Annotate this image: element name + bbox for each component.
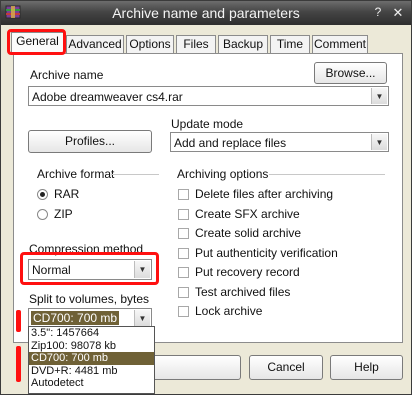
option-label[interactable]: Create solid archive xyxy=(195,226,301,240)
chevron-down-icon[interactable]: ▼ xyxy=(134,310,150,326)
test-archived-checkbox[interactable] xyxy=(178,287,189,298)
split-volumes-dropdown-list[interactable]: 3.5": 1457664 Zip100: 98078 kb CD700: 70… xyxy=(28,326,155,394)
ok-button-obscured[interactable] xyxy=(151,355,241,380)
option-label[interactable]: Lock archive xyxy=(195,304,262,318)
highlight-dropdown-marker xyxy=(16,346,21,382)
tab-advanced[interactable]: Advanced xyxy=(66,35,124,53)
profiles-button[interactable]: Profiles... xyxy=(28,130,152,153)
archive-dialog: Archive name and parameters ? ✕ General … xyxy=(0,0,412,395)
create-sfx-checkbox[interactable] xyxy=(178,209,189,220)
browse-button[interactable]: Browse... xyxy=(314,62,387,84)
lock-archive-checkbox[interactable] xyxy=(178,306,189,317)
zip-radio[interactable] xyxy=(37,209,48,220)
create-solid-checkbox[interactable] xyxy=(178,228,189,239)
help-button[interactable]: Help xyxy=(330,355,403,380)
dropdown-item[interactable]: Zip100: 98078 kb xyxy=(29,340,154,353)
archive-format-divider xyxy=(111,174,159,175)
title-close-button[interactable]: ✕ xyxy=(391,5,405,20)
dropdown-item[interactable]: DVD+R: 4481 mb xyxy=(29,365,154,378)
tab-backup[interactable]: Backup xyxy=(218,35,268,53)
tab-time[interactable]: Time xyxy=(270,35,310,53)
dropdown-item[interactable]: Autodetect xyxy=(29,377,154,390)
update-mode-value: Add and replace files xyxy=(174,136,287,150)
option-label[interactable]: Create SFX archive xyxy=(195,207,300,221)
highlight-split-marker xyxy=(16,310,21,332)
chevron-down-icon[interactable]: ▼ xyxy=(371,88,387,104)
archive-name-value: Adobe dreamweaver cs4.rar xyxy=(32,90,183,104)
option-label[interactable]: Delete files after archiving xyxy=(195,187,333,201)
archiving-options-divider xyxy=(269,174,385,175)
dropdown-item[interactable]: 3.5": 1457664 xyxy=(29,327,154,340)
recovery-record-checkbox[interactable] xyxy=(178,267,189,278)
update-mode-label: Update mode xyxy=(171,117,244,131)
update-mode-combo[interactable]: Add and replace files ▼ xyxy=(170,132,389,152)
highlight-general-tab xyxy=(7,29,66,55)
title-bar[interactable]: Archive name and parameters ? ✕ xyxy=(1,1,411,25)
rar-label[interactable]: RAR xyxy=(54,187,79,201)
title-help-button[interactable]: ? xyxy=(371,5,385,20)
tab-files[interactable]: Files xyxy=(176,35,216,53)
archiving-options-label: Archiving options xyxy=(177,167,269,181)
delete-after-checkbox[interactable] xyxy=(178,189,189,200)
chevron-down-icon[interactable]: ▼ xyxy=(371,134,387,150)
window-title: Archive name and parameters xyxy=(112,5,300,21)
option-label[interactable]: Put recovery record xyxy=(195,265,300,279)
option-label[interactable]: Test archived files xyxy=(195,285,290,299)
split-volumes-label: Split to volumes, bytes xyxy=(29,292,150,306)
authenticity-checkbox[interactable] xyxy=(178,248,189,259)
archive-name-label: Archive name xyxy=(30,68,104,82)
archive-name-combo[interactable]: Adobe dreamweaver cs4.rar ▼ xyxy=(28,86,389,106)
zip-label[interactable]: ZIP xyxy=(54,207,73,221)
split-volumes-combo[interactable]: CD700: 700 mb ▼ xyxy=(28,308,152,328)
split-volumes-value: CD700: 700 mb xyxy=(31,311,120,325)
dropdown-item-selected[interactable]: CD700: 700 mb xyxy=(29,352,154,365)
rar-radio[interactable] xyxy=(37,189,48,200)
radio-selected-dot xyxy=(40,192,45,197)
archive-format-label: Archive format xyxy=(37,167,115,181)
tab-options[interactable]: Options xyxy=(126,35,174,53)
option-label[interactable]: Put authenticity verification xyxy=(195,246,338,260)
cancel-button[interactable]: Cancel xyxy=(249,355,323,380)
highlight-compression-method xyxy=(20,252,159,285)
tab-comment[interactable]: Comment xyxy=(312,35,368,53)
